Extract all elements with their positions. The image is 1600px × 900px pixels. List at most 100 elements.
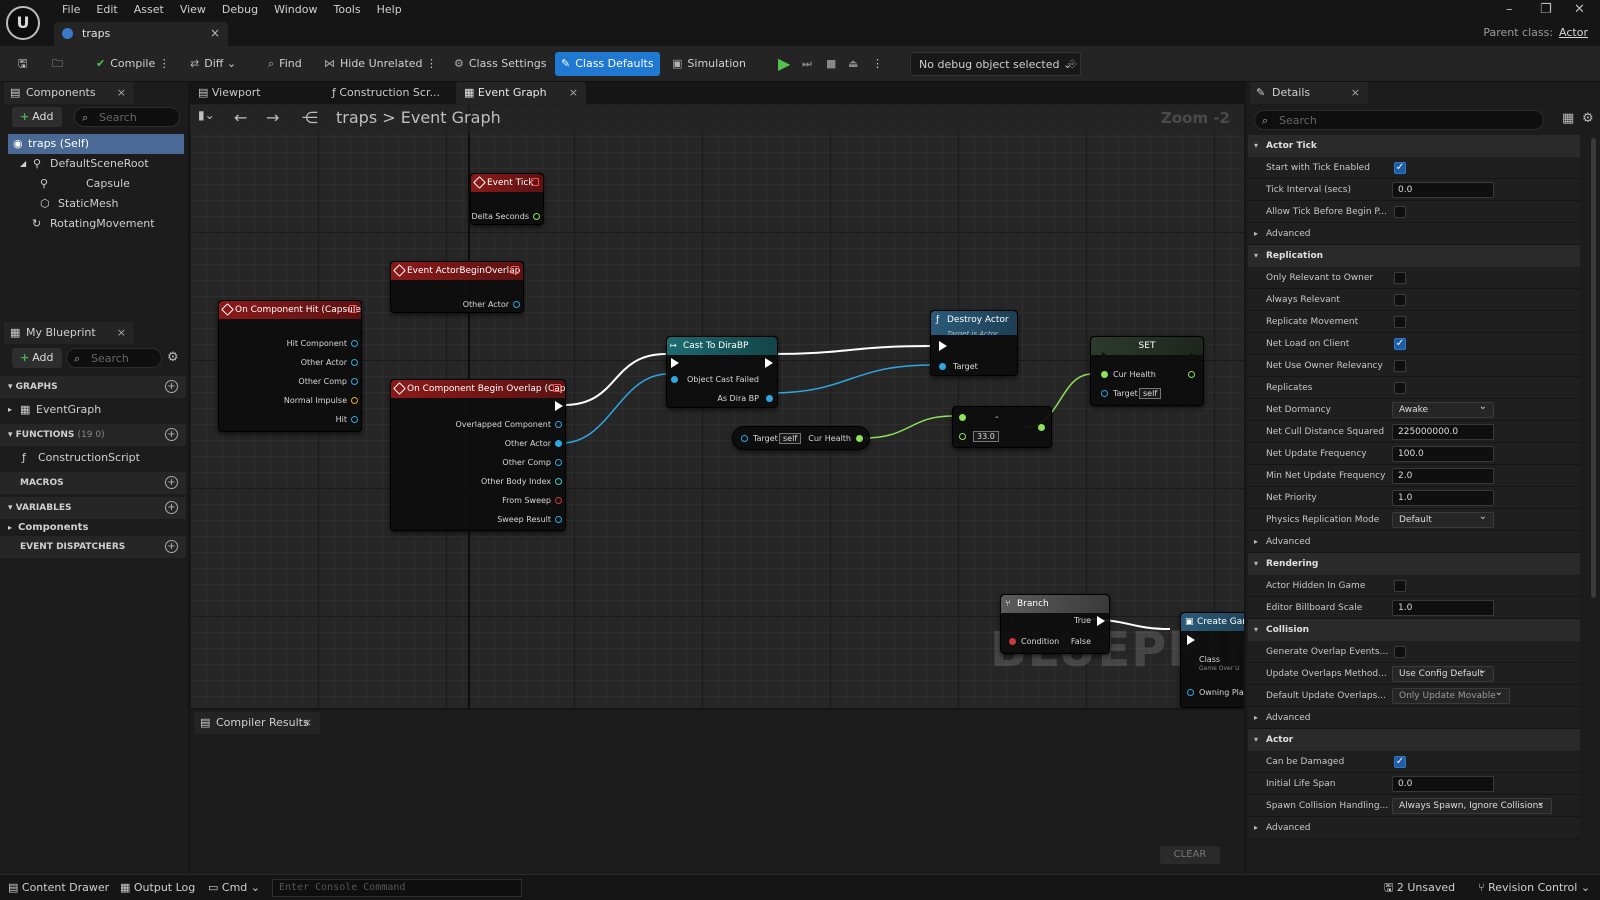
close-my-blueprint-icon[interactable]: × xyxy=(117,322,126,344)
target-in-pin[interactable] xyxy=(939,363,946,370)
step-icon[interactable]: ⏭ xyxy=(796,52,818,76)
tab-viewport[interactable]: ▤ Viewport xyxy=(190,82,320,104)
life-span-input[interactable]: 0.0 xyxy=(1392,776,1494,792)
min-net-update-input[interactable]: 2.0 xyxy=(1392,468,1494,484)
event-graph-canvas[interactable]: BLUEPRINT Event Tick Delta Seconds Event… xyxy=(190,104,1244,708)
close-window-icon[interactable]: ✕ xyxy=(1574,2,1585,17)
advanced-collision[interactable]: ▸ Advanced xyxy=(1248,707,1580,729)
net-use-owner-checkbox[interactable] xyxy=(1394,360,1406,372)
tree-item-rotating-movement[interactable]: ↻ RotatingMovement xyxy=(32,214,155,234)
object-out-pin[interactable] xyxy=(513,301,520,308)
stop-icon[interactable]: ■ xyxy=(820,52,842,76)
menu-file[interactable]: File xyxy=(54,2,88,18)
add-graph-icon[interactable]: + xyxy=(165,380,178,393)
node-get-cur-health[interactable]: Target self Cur Health xyxy=(732,426,870,450)
details-tab[interactable]: ✎ Details × xyxy=(1250,82,1368,104)
float-in-pin-a[interactable] xyxy=(959,414,966,421)
eject-icon[interactable]: ⏏ xyxy=(842,52,864,76)
document-tab[interactable]: traps × xyxy=(54,22,228,46)
node-cast-to-dirabp[interactable]: ↦ Cast To DiraBP Object Cast Failed As Di… xyxy=(666,336,778,408)
billboard-input[interactable]: 1.0 xyxy=(1392,600,1494,616)
exec-out-pin[interactable] xyxy=(1189,351,1197,361)
tab-construction-script[interactable]: ƒ Construction Scr... xyxy=(324,82,452,104)
debug-object-select[interactable]: No debug object selected ⌄ xyxy=(910,52,1082,76)
menu-debug[interactable]: Debug xyxy=(214,2,266,18)
true-exec-pin[interactable] xyxy=(1097,616,1105,626)
exec-in-pin[interactable] xyxy=(1187,635,1195,645)
close-event-graph-icon[interactable]: × xyxy=(569,82,578,104)
play-icon[interactable]: ▶ xyxy=(772,52,796,76)
delegate-pin-icon[interactable] xyxy=(349,305,357,313)
start-with-tick-checkbox[interactable]: ✓ xyxy=(1394,162,1406,174)
advanced-actor-tick[interactable]: ▸ Advanced xyxy=(1248,223,1580,245)
vector-out-pin[interactable] xyxy=(351,397,358,404)
owning-player-pin[interactable] xyxy=(1187,689,1194,696)
tree-item-capsule[interactable]: ⚲ Capsule xyxy=(40,174,130,194)
menu-asset[interactable]: Asset xyxy=(126,2,172,18)
add-event-dispatcher-icon[interactable]: + xyxy=(165,540,178,553)
menu-window[interactable]: Window xyxy=(266,2,325,18)
advanced-replication[interactable]: ▸ Advanced xyxy=(1248,531,1580,553)
gen-overlap-checkbox[interactable] xyxy=(1394,646,1406,658)
condition-in-pin[interactable] xyxy=(1009,638,1016,645)
category-collision[interactable]: ▾ Collision xyxy=(1248,619,1580,641)
simulation-button[interactable]: ▣ Simulation xyxy=(666,52,752,76)
node-branch[interactable]: ⑂ Branch Condition True False xyxy=(1000,594,1110,654)
graph-hierarchy-icon[interactable]: ⋲ xyxy=(302,108,318,127)
add-function-icon[interactable]: + xyxy=(165,428,178,441)
exec-in-pin[interactable] xyxy=(939,341,947,351)
category-actor-tick[interactable]: ▾ Actor Tick xyxy=(1248,135,1580,157)
tab-event-graph[interactable]: ▦ Event Graph × xyxy=(456,82,586,104)
net-priority-input[interactable]: 1.0 xyxy=(1392,490,1494,506)
exec-out-pin[interactable] xyxy=(1003,341,1011,351)
net-load-checkbox[interactable]: ✓ xyxy=(1394,338,1406,350)
node-destroy-actor[interactable]: ƒ Destroy Actor Target is Actor Target xyxy=(930,310,1018,376)
components-tab[interactable]: ▤ Components × xyxy=(4,82,134,104)
default-update-select[interactable]: Only Update Movable xyxy=(1392,686,1510,704)
cmd-dropdown[interactable]: ▭ Cmd ⌄ xyxy=(208,879,260,897)
node-event-actor-begin-overlap[interactable]: Event ActorBeginOverlap Other Actor xyxy=(390,261,524,313)
function-item-construction-script[interactable]: ƒ ConstructionScript xyxy=(22,448,140,468)
play-options-icon[interactable]: ⋮ xyxy=(866,52,889,76)
category-replication[interactable]: ▾ Replication xyxy=(1248,245,1580,267)
delegate-pin-icon[interactable] xyxy=(531,178,539,186)
update-overlaps-select[interactable]: Use Config Default xyxy=(1392,664,1494,682)
menu-tools[interactable]: Tools xyxy=(325,2,368,18)
object-out-pin[interactable] xyxy=(351,378,358,385)
net-dormancy-select[interactable]: Awake xyxy=(1392,400,1494,418)
tree-item-default-scene-root[interactable]: ◢ ⚲ DefaultSceneRoot xyxy=(20,154,149,174)
allow-tick-checkbox[interactable] xyxy=(1394,206,1406,218)
tree-item-self[interactable]: ◉ traps (Self) xyxy=(8,134,184,154)
exec-in-pin[interactable] xyxy=(671,358,679,368)
delegate-pin-icon[interactable] xyxy=(511,266,519,274)
object-out-pin[interactable] xyxy=(555,440,562,447)
debug-filter-icon[interactable]: ⎆ xyxy=(1062,52,1083,76)
net-cull-input[interactable]: 225000000.0 xyxy=(1392,424,1494,440)
object-out-pin[interactable] xyxy=(555,459,562,466)
class-defaults-button[interactable]: ✎ Class Defaults xyxy=(555,52,660,76)
object-out-pin[interactable] xyxy=(351,340,358,347)
exec-out-pin[interactable] xyxy=(533,196,541,206)
menu-help[interactable]: Help xyxy=(369,2,410,18)
restore-icon[interactable]: ❐ xyxy=(1540,2,1552,17)
functions-section[interactable]: ▾ FUNCTIONS (19 0) + xyxy=(0,424,186,446)
delegate-pin-icon[interactable] xyxy=(553,384,561,392)
float-out-pin[interactable] xyxy=(856,435,863,442)
exec-out-pin[interactable] xyxy=(555,401,563,411)
details-scrollbar[interactable] xyxy=(1591,138,1596,598)
only-relevant-checkbox[interactable] xyxy=(1394,272,1406,284)
variable-category-components[interactable]: ▸ Components xyxy=(8,518,88,538)
compile-button[interactable]: ✔ Compile ⋮ xyxy=(90,52,176,76)
compiler-results-tab[interactable]: ▤ Compiler Results × xyxy=(194,712,320,734)
bookmark-icon[interactable]: ▮⌄ xyxy=(198,108,215,122)
tree-item-static-mesh[interactable]: ⬡ StaticMesh xyxy=(40,194,118,214)
target-in-pin[interactable] xyxy=(1101,390,1108,397)
node-set-cur-health[interactable]: SET Cur Health Target self xyxy=(1090,336,1204,406)
close-details-icon[interactable]: × xyxy=(1351,82,1360,104)
can-be-damaged-checkbox[interactable]: ✓ xyxy=(1394,756,1406,768)
category-rendering[interactable]: ▾ Rendering xyxy=(1248,553,1580,575)
phys-rep-select[interactable]: Default xyxy=(1392,510,1494,528)
back-arrow-icon[interactable]: ← xyxy=(234,108,247,127)
struct-out-pin[interactable] xyxy=(555,516,562,523)
breadcrumb-current[interactable]: Event Graph xyxy=(401,108,501,127)
